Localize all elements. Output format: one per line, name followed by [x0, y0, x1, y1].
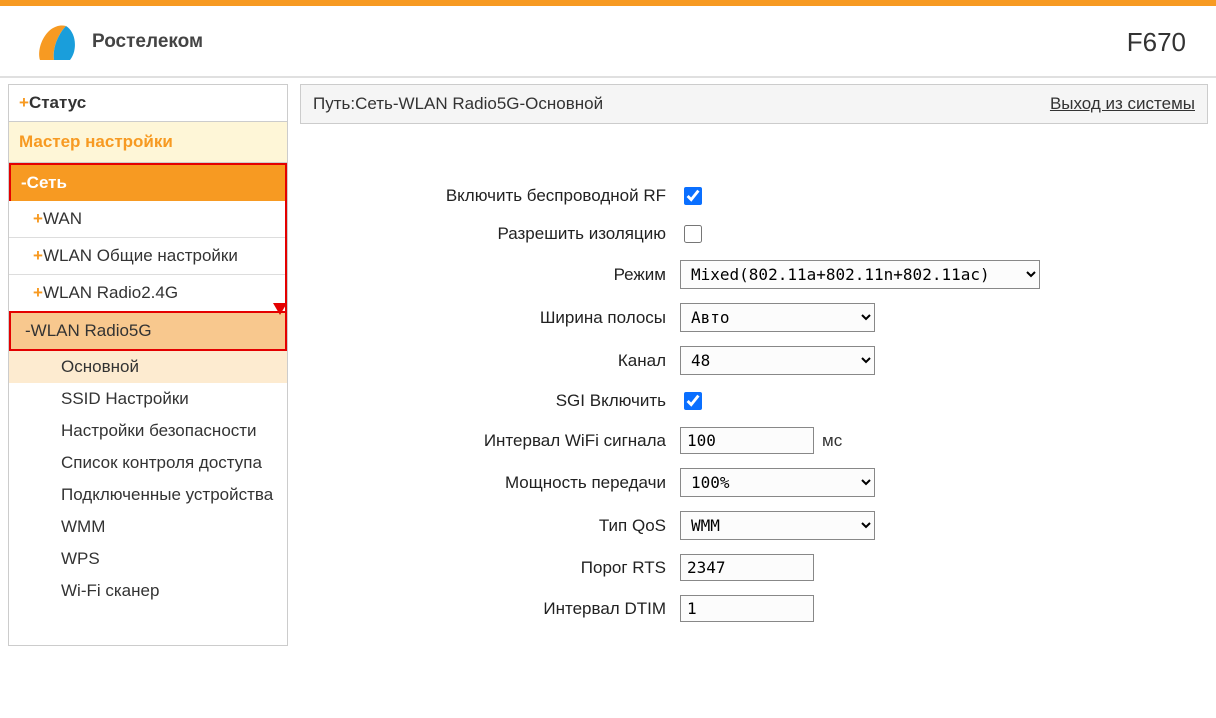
sidebar-item-label: Список контроля доступа: [61, 453, 262, 472]
select-qos[interactable]: WMM: [680, 511, 875, 540]
label-rts: Порог RTS: [310, 558, 680, 578]
sidebar-leaf-wps[interactable]: WPS: [9, 543, 287, 575]
sidebar-leaf-scanner[interactable]: Wi-Fi сканер: [9, 575, 287, 607]
sidebar-leaf-acl[interactable]: Список контроля доступа: [9, 447, 287, 479]
checkbox-rf[interactable]: [684, 187, 702, 205]
breadcrumb: Путь:Сеть-WLAN Radio5G-Основной: [313, 94, 603, 114]
sidebar-item-label: Подключенные устройства: [61, 485, 273, 504]
sidebar-leaf-wmm[interactable]: WMM: [9, 511, 287, 543]
sidebar-item-wlan-common[interactable]: +WLAN Общие настройки: [9, 238, 285, 275]
sidebar-item-label: WLAN Общие настройки: [43, 246, 238, 265]
sidebar-item-network[interactable]: -Сеть: [9, 163, 287, 201]
sidebar-leaf-ssid[interactable]: SSID Настройки: [9, 383, 287, 415]
rostelecom-icon: [30, 16, 82, 68]
sidebar-leaf-devices[interactable]: Подключенные устройства: [9, 479, 287, 511]
settings-form: Включить беспроводной RF Разрешить изоля…: [300, 124, 1208, 646]
select-channel[interactable]: 48: [680, 346, 875, 375]
sidebar-item-label: Мастер настройки: [19, 132, 173, 151]
sidebar-leaf-basic[interactable]: Основной: [9, 351, 287, 383]
sidebar-item-status[interactable]: +Статус: [9, 85, 287, 122]
label-channel: Канал: [310, 351, 680, 371]
label-qos: Тип QoS: [310, 516, 680, 536]
label-bandwidth: Ширина полосы: [310, 308, 680, 328]
sidebar-item-wizard[interactable]: Мастер настройки: [9, 122, 287, 163]
label-isolation: Разрешить изоляцию: [310, 224, 680, 244]
header: Ростелеком F670: [0, 6, 1216, 78]
sidebar-item-label: WLAN Radio2.4G: [43, 283, 178, 302]
sidebar-item-label: WPS: [61, 549, 100, 568]
arrow-down-icon: [273, 303, 287, 315]
label-txpower: Мощность передачи: [310, 473, 680, 493]
logout-link[interactable]: Выход из системы: [1050, 94, 1195, 114]
model-label: F670: [1127, 27, 1196, 58]
content-area: Путь:Сеть-WLAN Radio5G-Основной Выход из…: [300, 84, 1208, 646]
checkbox-sgi[interactable]: [684, 392, 702, 410]
sidebar-item-label: Сеть: [27, 173, 67, 192]
select-mode[interactable]: Mixed(802.11a+802.11n+802.11ac): [680, 260, 1040, 289]
brand-name: Ростелеком: [92, 31, 203, 53]
label-beacon: Интервал WiFi сигнала: [310, 431, 680, 451]
label-sgi: SGI Включить: [310, 391, 680, 411]
sidebar-item-label: Настройки безопасности: [61, 421, 257, 440]
label-rf: Включить беспроводной RF: [310, 186, 680, 206]
brand-logo: Ростелеком: [30, 16, 203, 68]
sidebar-item-label: Основной: [61, 357, 139, 376]
sidebar: +Статус Мастер настройки -Сеть +WAN +WLA…: [8, 84, 288, 646]
label-dtim: Интервал DTIM: [310, 599, 680, 619]
sidebar-item-wan[interactable]: +WAN: [9, 201, 285, 238]
sidebar-item-label: WMM: [61, 517, 105, 536]
sidebar-item-label: SSID Настройки: [61, 389, 189, 408]
breadcrumb-bar: Путь:Сеть-WLAN Radio5G-Основной Выход из…: [300, 84, 1208, 124]
label-mode: Режим: [310, 265, 680, 285]
input-dtim[interactable]: [680, 595, 814, 622]
sidebar-item-label: Статус: [29, 93, 86, 112]
sidebar-item-label: WLAN Radio5G: [31, 321, 152, 340]
input-rts[interactable]: [680, 554, 814, 581]
sidebar-item-wlan24[interactable]: +WLAN Radio2.4G: [9, 275, 285, 311]
select-txpower[interactable]: 100%: [680, 468, 875, 497]
input-beacon[interactable]: [680, 427, 814, 454]
sidebar-item-wlan5g[interactable]: -WLAN Radio5G: [9, 311, 287, 351]
select-bandwidth[interactable]: Авто: [680, 303, 875, 332]
checkbox-isolation[interactable]: [684, 225, 702, 243]
sidebar-item-label: WAN: [43, 209, 82, 228]
unit-beacon: мс: [822, 431, 842, 451]
sidebar-leaf-security[interactable]: Настройки безопасности: [9, 415, 287, 447]
sidebar-item-label: Wi-Fi сканер: [61, 581, 159, 600]
